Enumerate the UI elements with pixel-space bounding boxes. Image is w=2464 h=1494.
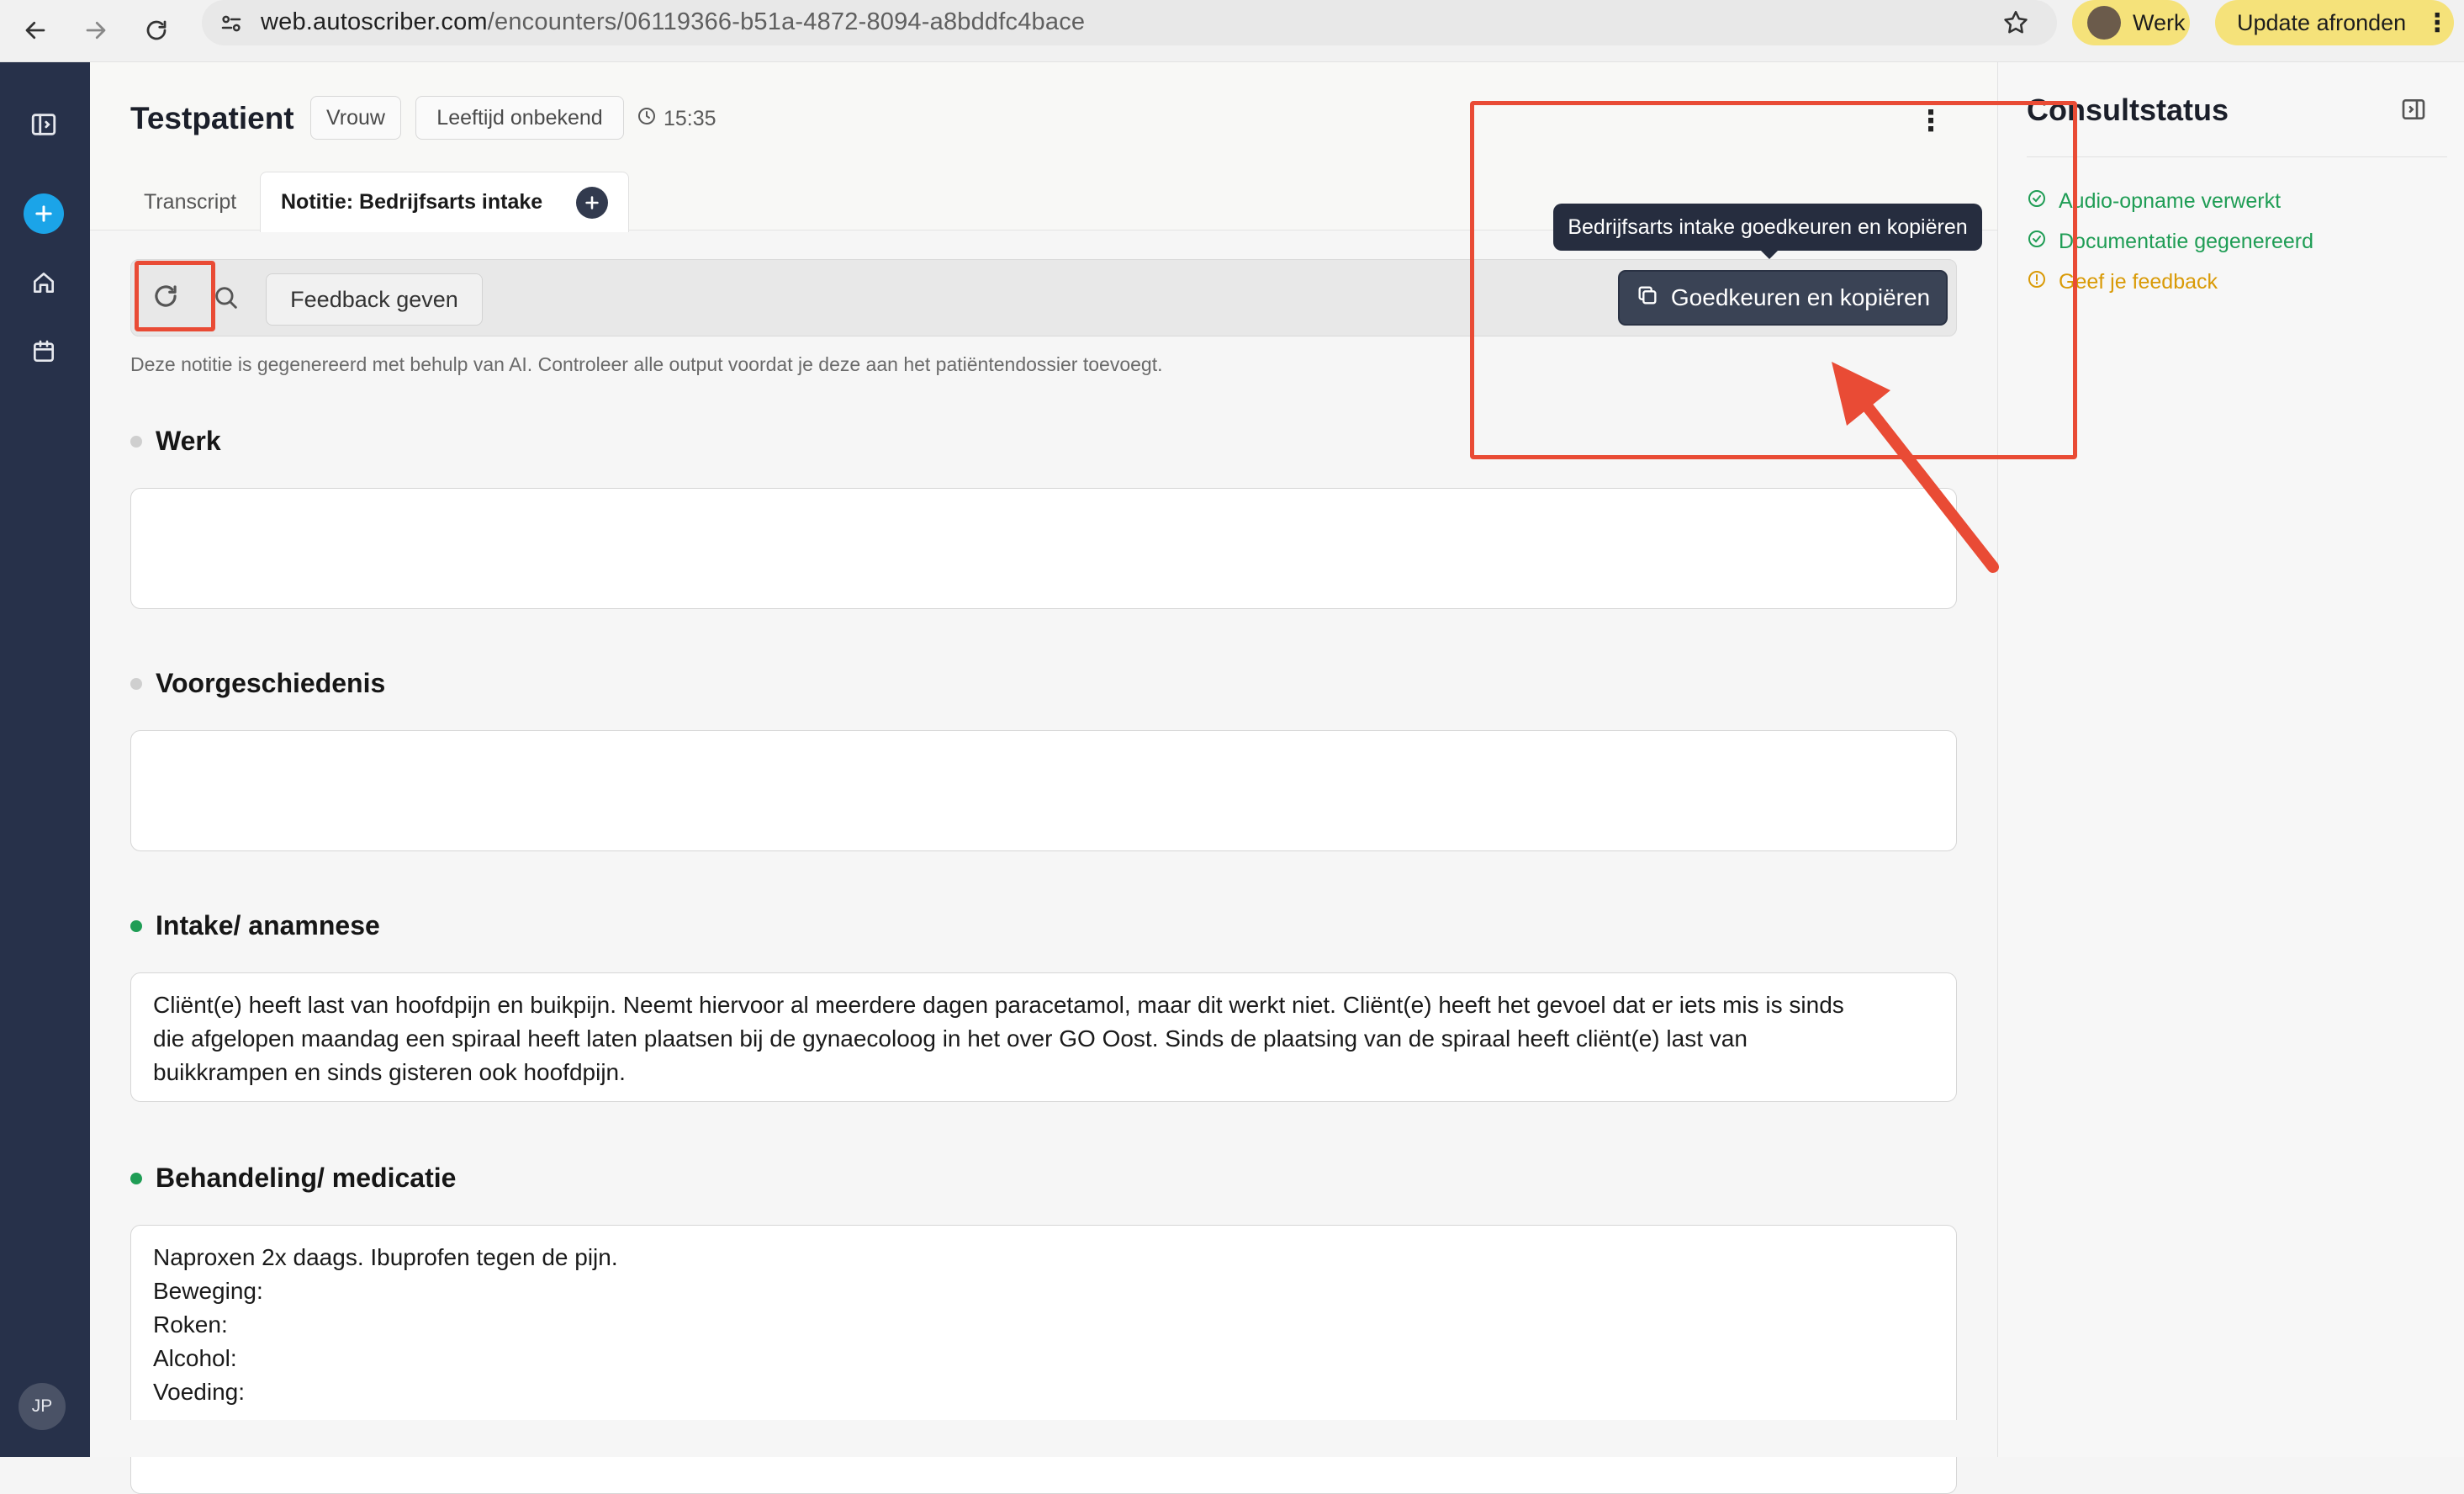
patient-name: Testpatient [130, 101, 294, 135]
section-status-dot [130, 1172, 142, 1184]
left-navigation-rail: JP [0, 62, 90, 1457]
section-text-line: Beweging: [153, 1278, 263, 1304]
gender-tag[interactable]: Vrouw [310, 96, 401, 140]
approve-tooltip: Bedrijfsarts intake goedkeuren en kopiër… [1553, 204, 1982, 259]
section-voorgeschiedenis-title: Voorgeschiedenis [130, 668, 385, 699]
url-text: web.autoscriber.com/encounters/06119366-… [261, 8, 1086, 35]
new-encounter-plus-icon[interactable] [24, 193, 64, 234]
site-settings-icon[interactable] [219, 11, 244, 40]
tab-note-label: Notitie: Bedrijfsarts intake [281, 190, 543, 214]
section-behandeling-title: Behandeling/ medicatie [130, 1163, 456, 1194]
section-title: Werk [156, 426, 221, 456]
update-label: Update afronden [2237, 9, 2407, 35]
consult-status-title: Consultstatus [2027, 93, 2229, 127]
section-title: Voorgeschiedenis [156, 668, 386, 698]
section-status-dot [130, 919, 142, 932]
section-text-line: die afgelopen maandag een spiraal heeft … [153, 1025, 1748, 1052]
browser-toolbar: web.autoscriber.com/encounters/06119366-… [0, 0, 2464, 62]
add-note-plus-icon[interactable] [576, 186, 609, 219]
approve-copy-label: Goedkeuren en kopiëren [1670, 284, 1931, 310]
profile-label: Werk [2133, 9, 2186, 35]
approve-copy-button[interactable]: Goedkeuren en kopiëren [1618, 270, 1948, 326]
section-werk-field[interactable] [130, 488, 1957, 609]
check-circle-icon [2027, 229, 2047, 255]
section-text-line: Naproxen 2x daags. Ibuprofen tegen de pi… [153, 1244, 618, 1270]
note-toolbar: Feedback geven Goedkeuren en kopiëren [130, 259, 1957, 336]
profile-avatar [2087, 6, 2121, 40]
profile-chip[interactable]: Werk [2072, 0, 2190, 45]
home-icon[interactable] [25, 264, 62, 301]
section-text-line: Roken: [153, 1311, 228, 1338]
main-content: Testpatient Vrouw Leeftijd onbekend 15:3… [90, 62, 1997, 1494]
section-title: Behandeling/ medicatie [156, 1163, 457, 1193]
section-status-dot [130, 435, 142, 448]
consult-status-panel: Consultstatus Audio-opname verwerkt Docu… [1997, 62, 2464, 1457]
section-text-line: Cliënt(e) heeft last van hoofdpijn en bu… [153, 992, 1844, 1018]
section-voorgeschiedenis-field[interactable] [130, 730, 1957, 851]
tab-transcript[interactable]: Transcript [130, 172, 250, 232]
toggle-sidebar-icon[interactable] [25, 106, 62, 143]
status-item-label: Geef je feedback [2059, 270, 2218, 294]
scroll-fade [90, 1420, 1997, 1457]
user-initials: JP [31, 1396, 53, 1416]
section-text-line: Voeding: [153, 1379, 245, 1405]
bookmark-star-icon[interactable] [2001, 8, 2030, 41]
status-item-documentation: Documentatie gegenereerd [2027, 229, 2313, 255]
calendar-icon[interactable] [25, 333, 62, 370]
reload-icon[interactable] [133, 7, 180, 54]
age-tag[interactable]: Leeftijd onbekend [415, 96, 624, 140]
user-avatar[interactable]: JP [19, 1383, 66, 1430]
time-value: 15:35 [664, 107, 716, 130]
copy-icon [1636, 283, 1659, 313]
panel-divider [2027, 156, 2447, 157]
section-title: Intake/ anamnese [156, 910, 380, 940]
update-button[interactable]: Update afronden ⋮ [2215, 0, 2454, 45]
section-intake-title: Intake/ anamnese [130, 910, 380, 941]
status-item-label: Documentatie gegenereerd [2059, 230, 2313, 253]
status-item-feedback[interactable]: Geef je feedback [2027, 269, 2218, 295]
section-werk-title: Werk [130, 426, 221, 457]
section-intake-field[interactable]: Cliënt(e) heeft last van hoofdpijn en bu… [130, 972, 1957, 1102]
collapse-panel-icon[interactable] [2400, 96, 2427, 127]
status-item-audio: Audio-opname verwerkt [2027, 188, 2281, 215]
alert-circle-icon [2027, 269, 2047, 295]
address-bar[interactable]: web.autoscriber.com/encounters/06119366-… [202, 0, 2057, 45]
status-item-label: Audio-opname verwerkt [2059, 189, 2282, 213]
ai-disclaimer: Deze notitie is gegenereerd met behulp v… [130, 353, 1163, 375]
tab-note[interactable]: Notitie: Bedrijfsarts intake [260, 172, 630, 232]
clock-icon [637, 106, 657, 132]
encounter-time: 15:35 [637, 106, 716, 132]
forward-arrow-icon[interactable] [72, 7, 119, 54]
section-status-dot [130, 677, 142, 690]
more-options-icon[interactable]: ⋮ [1917, 104, 1945, 138]
kebab-menu-icon: ⋮ [2424, 8, 2451, 37]
check-circle-icon [2027, 188, 2047, 215]
search-icon[interactable] [212, 283, 241, 316]
regenerate-icon[interactable] [150, 280, 182, 316]
back-arrow-icon[interactable] [12, 7, 59, 54]
feedback-button[interactable]: Feedback geven [266, 273, 483, 326]
section-text-line: Alcohol: [153, 1345, 237, 1371]
section-text-line: buikkrampen en sinds gisteren ook hoofdp… [153, 1059, 626, 1085]
